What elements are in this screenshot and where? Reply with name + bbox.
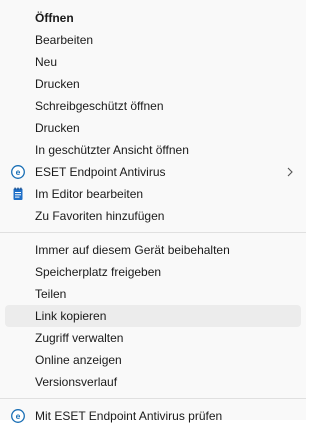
context-menu: Öffnen Bearbeiten Neu Drucken Schreibges…: [0, 0, 306, 423]
menu-item-edit[interactable]: Bearbeiten: [5, 29, 301, 51]
menu-item-label: Teilen: [35, 287, 67, 301]
eset-icon: e: [11, 409, 25, 423]
menu-item-share[interactable]: Teilen: [5, 283, 301, 305]
menu-item-label: Im Editor bearbeiten: [35, 187, 144, 201]
notepad-icon: [11, 187, 25, 201]
menu-item-open[interactable]: Öffnen: [5, 7, 301, 29]
menu-item-open-protected-view[interactable]: In geschützter Ansicht öffnen: [5, 139, 301, 161]
menu-item-label: Schreibgeschützt öffnen: [35, 99, 164, 113]
menu-item-open-readonly[interactable]: Schreibgeschützt öffnen: [5, 95, 301, 117]
menu-item-label: Drucken: [35, 121, 80, 135]
svg-text:e: e: [16, 167, 21, 177]
chevron-right-icon: [285, 166, 295, 178]
menu-item-manage-access[interactable]: Zugriff verwalten: [5, 327, 301, 349]
menu-item-label: Online anzeigen: [35, 353, 122, 367]
menu-item-scan-with-eset[interactable]: e Mit ESET Endpoint Antivirus prüfen: [5, 405, 301, 427]
menu-item-label: Immer auf diesem Gerät beibehalten: [35, 243, 230, 257]
menu-item-label: Mit ESET Endpoint Antivirus prüfen: [35, 409, 223, 423]
menu-item-view-online[interactable]: Online anzeigen: [5, 349, 301, 371]
menu-item-free-up-space[interactable]: Speicherplatz freigeben: [5, 261, 301, 283]
menu-item-version-history[interactable]: Versionsverlauf: [5, 371, 301, 393]
menu-item-label: Versionsverlauf: [35, 375, 118, 389]
menu-item-label: Bearbeiten: [35, 33, 94, 47]
menu-item-label: Drucken: [35, 77, 80, 91]
menu-separator: [0, 398, 306, 399]
menu-item-always-keep-on-device[interactable]: Immer auf diesem Gerät beibehalten: [5, 239, 301, 261]
menu-item-label: Link kopieren: [35, 309, 107, 323]
menu-separator: [0, 232, 306, 233]
menu-item-eset-submenu[interactable]: e ESET Endpoint Antivirus: [5, 161, 301, 183]
menu-item-print[interactable]: Drucken: [5, 73, 301, 95]
menu-item-edit-in-notepad[interactable]: Im Editor bearbeiten: [5, 183, 301, 205]
menu-item-add-to-favorites[interactable]: Zu Favoriten hinzufügen: [5, 205, 301, 227]
menu-item-print-2[interactable]: Drucken: [5, 117, 301, 139]
eset-icon: e: [11, 165, 25, 179]
menu-item-label: In geschützter Ansicht öffnen: [35, 143, 189, 157]
menu-item-label: Zugriff verwalten: [35, 331, 124, 345]
menu-item-label: ESET Endpoint Antivirus: [35, 165, 166, 179]
menu-item-label: Zu Favoriten hinzufügen: [35, 209, 165, 223]
menu-item-label: Speicherplatz freigeben: [35, 265, 162, 279]
menu-item-label: Neu: [35, 55, 58, 69]
menu-item-label: Öffnen: [35, 11, 74, 25]
menu-item-new[interactable]: Neu: [5, 51, 301, 73]
menu-item-copy-link[interactable]: Link kopieren: [5, 305, 301, 327]
